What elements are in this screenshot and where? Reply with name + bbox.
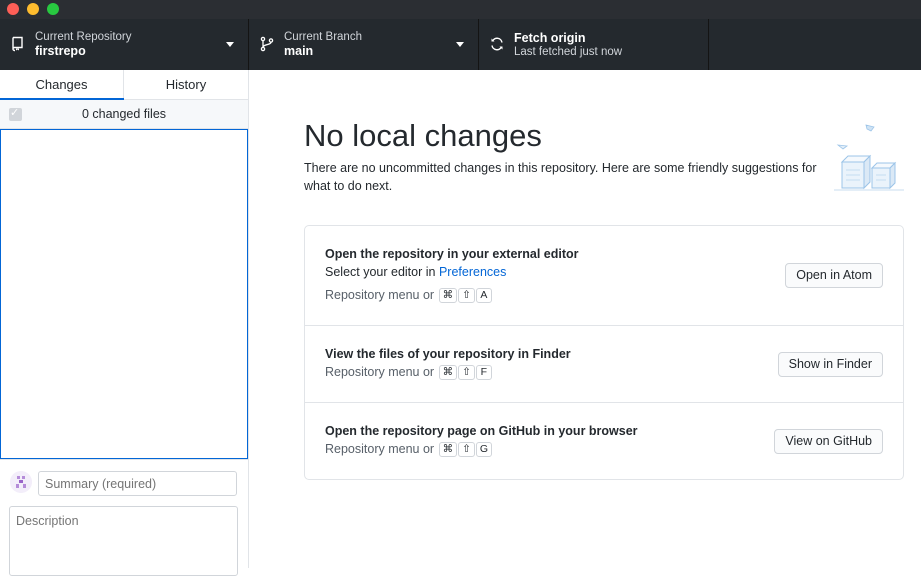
- shortcut-hint-text: Repository menu or: [325, 365, 435, 379]
- current-branch-button[interactable]: Current Branch main: [249, 19, 479, 70]
- page-description: There are no uncommitted changes in this…: [304, 161, 817, 193]
- zoom-window-button[interactable]: [47, 3, 59, 15]
- current-repository-button[interactable]: Current Repository firstrepo: [0, 19, 249, 70]
- open-in-atom-button[interactable]: Open in Atom: [785, 263, 883, 288]
- suggestion-title: Open the repository page on GitHub in yo…: [325, 424, 638, 438]
- show-in-finder-button[interactable]: Show in Finder: [777, 352, 883, 377]
- minimize-window-button[interactable]: [27, 3, 39, 15]
- branch-icon: [260, 36, 274, 52]
- shortcut-key: A: [475, 288, 492, 303]
- avatar: [10, 471, 32, 493]
- commit-form: [0, 459, 248, 576]
- sync-icon: [491, 37, 503, 51]
- window-titlebar: [0, 0, 921, 19]
- shift-key-icon: ⇧: [458, 365, 475, 380]
- page-title: No local changes: [304, 118, 542, 153]
- tab-history[interactable]: History: [124, 70, 248, 100]
- sidebar: Changes History ✓ 0 changed files: [0, 70, 249, 576]
- shift-key-icon: ⇧: [458, 442, 475, 457]
- shortcut-hint: Repository menu or ⌘ ⇧ G: [325, 442, 493, 457]
- chevron-down-icon: [226, 42, 234, 47]
- changed-files-list[interactable]: [0, 129, 248, 459]
- suggestion-text-prefix: Select your editor in: [325, 265, 439, 279]
- current-branch-name: main: [284, 44, 314, 58]
- commit-description-input[interactable]: [9, 506, 238, 576]
- command-key-icon: ⌘: [438, 288, 458, 303]
- tab-changes[interactable]: Changes: [0, 70, 124, 101]
- suggestion-show-in-finder: View the files of your repository in Fin…: [305, 326, 903, 403]
- shift-key-icon: ⇧: [458, 288, 475, 303]
- suggestions-card: Open the repository in your external edi…: [304, 225, 904, 480]
- fetch-origin-label: Fetch origin: [514, 31, 586, 45]
- current-branch-label: Current Branch: [284, 31, 362, 43]
- preferences-link[interactable]: Preferences: [439, 265, 506, 279]
- command-key-icon: ⌘: [438, 365, 458, 380]
- shortcut-key: F: [475, 365, 492, 380]
- toolbar: Current Repository firstrepo Current Bra…: [0, 19, 921, 70]
- view-on-github-button[interactable]: View on GitHub: [774, 429, 883, 454]
- shortcut-hint: Repository menu or ⌘ ⇧ A: [325, 288, 492, 303]
- shortcut-hint: Repository menu or ⌘ ⇧ F: [325, 365, 492, 380]
- chevron-down-icon: [456, 42, 464, 47]
- changed-files-header: ✓ 0 changed files: [0, 100, 248, 129]
- close-window-button[interactable]: [7, 3, 19, 15]
- changed-files-count: 0 changed files: [81, 107, 167, 121]
- suggestion-view-on-github: Open the repository page on GitHub in yo…: [305, 403, 903, 480]
- shortcut-hint-text: Repository menu or: [325, 442, 435, 456]
- command-key-icon: ⌘: [438, 442, 458, 457]
- suggestion-open-editor: Open the repository in your external edi…: [305, 226, 903, 326]
- last-fetched-text: Last fetched just now: [514, 46, 623, 58]
- main-panel: No local changes There are no uncommitte…: [249, 70, 921, 568]
- fetch-origin-button[interactable]: Fetch origin Last fetched just now: [479, 19, 709, 70]
- shortcut-key: G: [475, 442, 493, 457]
- empty-state-illustration-icon: [834, 124, 904, 191]
- commit-summary-input[interactable]: [38, 471, 237, 496]
- current-repository-label: Current Repository: [35, 31, 132, 43]
- repo-icon: [12, 36, 23, 52]
- suggestion-title: Open the repository in your external edi…: [325, 247, 579, 261]
- shortcut-hint-text: Repository menu or: [325, 288, 435, 302]
- suggestion-title: View the files of your repository in Fin…: [325, 347, 571, 361]
- current-repository-name: firstrepo: [35, 44, 86, 58]
- sidebar-tabs: Changes History: [0, 70, 248, 101]
- suggestion-text: Select your editor in Preferences: [325, 265, 506, 279]
